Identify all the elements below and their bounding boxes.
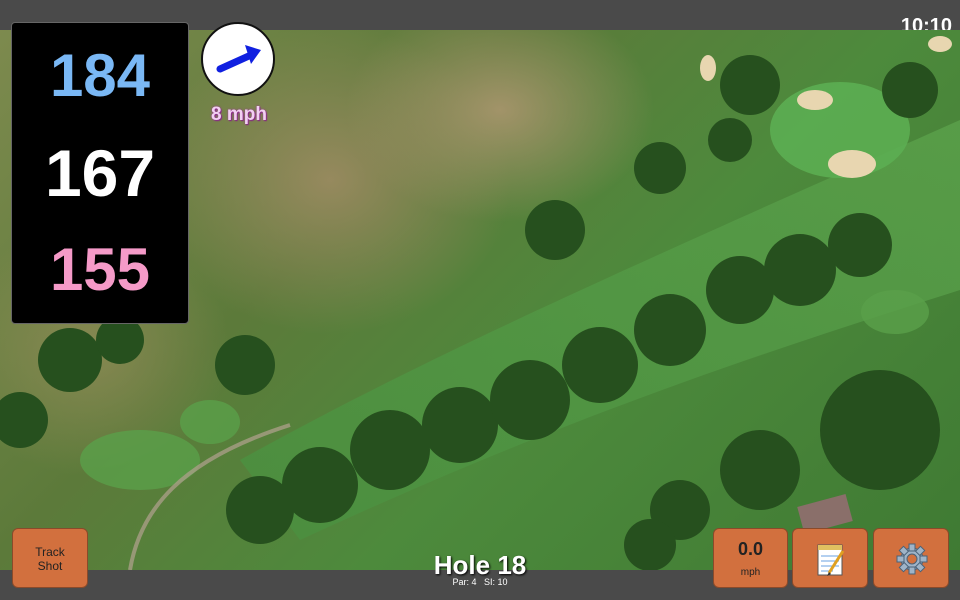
- wind-speed: 8 mph: [211, 104, 267, 125]
- hole-par: Par: 4: [452, 577, 477, 587]
- hole-stroke-index: SI: 10: [484, 577, 508, 587]
- speed-unit: mph: [740, 567, 761, 578]
- track-shot-label-line2: Shot: [37, 559, 63, 573]
- settings-button[interactable]: [873, 528, 949, 588]
- track-shot-button[interactable]: Track Shot: [12, 528, 88, 588]
- speed-button[interactable]: 0.0 mph: [713, 528, 788, 588]
- front-yardage: 155: [49, 236, 151, 303]
- arrow-icon: [216, 45, 261, 73]
- notes-button[interactable]: [792, 528, 868, 588]
- speed-value: 0.0: [737, 539, 764, 559]
- gear-icon: [896, 543, 928, 575]
- hole-meta: Par: 4 SI: 10: [380, 577, 580, 587]
- notepad-icon: [817, 544, 845, 576]
- back-yardage: 184: [49, 42, 151, 109]
- wind-indicator: [201, 22, 275, 96]
- middle-yardage: 167: [44, 136, 156, 210]
- yardage-panel: 184 167 155: [11, 22, 189, 324]
- track-shot-label-line1: Track: [35, 545, 65, 559]
